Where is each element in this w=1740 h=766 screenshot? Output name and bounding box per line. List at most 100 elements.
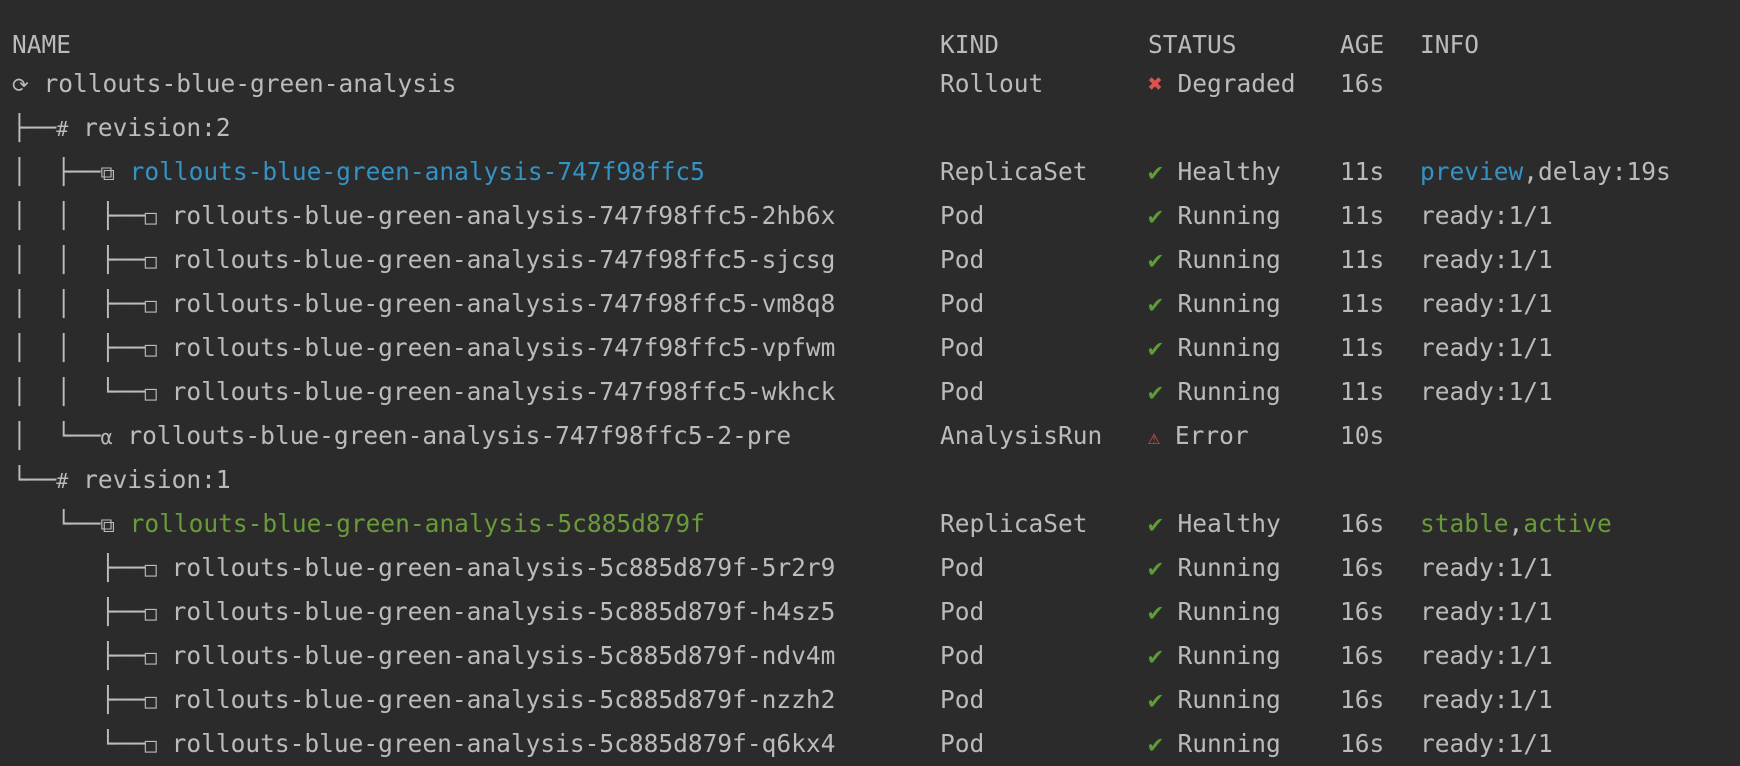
- checkmark-icon: ✔: [1148, 157, 1163, 186]
- info-cell: ready:1/1: [1420, 282, 1553, 326]
- resource-name-cell: │ └──α rollouts-blue-green-analysis-747f…: [12, 414, 791, 459]
- resource-name-cell: │ │ ├──□ rollouts-blue-green-analysis-74…: [12, 194, 835, 239]
- resource-kind: Pod: [940, 729, 985, 758]
- info-text: ready:1/1: [1420, 289, 1553, 318]
- age-text: 16s: [1340, 553, 1385, 582]
- checkmark-icon: ✔: [1148, 245, 1163, 274]
- resource-name-cell: ├──# revision:2: [12, 106, 231, 151]
- status-text: Running: [1177, 553, 1281, 582]
- resource-label: rollouts-blue-green-analysis-747f98ffc5: [129, 157, 705, 186]
- tree-row: │ └──α rollouts-blue-green-analysis-747f…: [0, 414, 1740, 458]
- info-text: stable: [1420, 509, 1509, 538]
- resource-kind: Pod: [940, 201, 985, 230]
- info-text: ready:1/1: [1420, 597, 1553, 626]
- checkmark-icon: ✔: [1148, 333, 1163, 362]
- resource-kind: Rollout: [940, 69, 1044, 98]
- info-cell: ready:1/1: [1420, 722, 1553, 766]
- info-cell: ready:1/1: [1420, 238, 1553, 282]
- resource-kind: ReplicaSet: [940, 509, 1088, 538]
- checkmark-icon: ✔: [1148, 729, 1163, 758]
- status-text: Running: [1177, 333, 1281, 362]
- status-text: Running: [1177, 597, 1281, 626]
- tree-connector: └──: [12, 465, 57, 494]
- age-text: 10s: [1340, 421, 1385, 450]
- pod-icon: □: [144, 293, 157, 317]
- status-cell: ✔ Healthy: [1148, 150, 1281, 194]
- pod-icon: □: [144, 205, 157, 229]
- info-cell: stable,active: [1420, 502, 1612, 546]
- checkmark-icon: ✔: [1148, 509, 1163, 538]
- resource-kind: Pod: [940, 597, 985, 626]
- tree-row: │ │ ├──□ rollouts-blue-green-analysis-74…: [0, 282, 1740, 326]
- resource-label: rollouts-blue-green-analysis-747f98ffc5-…: [171, 245, 836, 274]
- resource-label: rollouts-blue-green-analysis-747f98ffc5-…: [171, 201, 836, 230]
- tree-connector: │ │ └──: [12, 377, 145, 406]
- info-text: ready:1/1: [1420, 245, 1553, 274]
- resource-label: rollouts-blue-green-analysis-5c885d879f-…: [171, 553, 836, 582]
- status-cell: ⚠ Error: [1148, 414, 1249, 459]
- revision-icon: #: [56, 469, 69, 493]
- info-cell: ready:1/1: [1420, 590, 1553, 634]
- replicaset-icon: ⧉: [100, 513, 115, 537]
- pod-icon: □: [144, 381, 157, 405]
- resource-label: revision:1: [83, 465, 231, 494]
- age-text: 16s: [1340, 641, 1385, 670]
- status-text: Degraded: [1177, 69, 1296, 98]
- resource-name-cell: │ │ └──□ rollouts-blue-green-analysis-74…: [12, 370, 835, 415]
- tree-connector: │ │ ├──: [12, 245, 145, 274]
- status-cell: ✔ Running: [1148, 370, 1281, 414]
- info-cell: ready:1/1: [1420, 678, 1553, 722]
- column-header-kind: KIND: [940, 30, 1000, 59]
- pod-icon: □: [144, 557, 157, 581]
- status-cell: ✔ Running: [1148, 678, 1281, 722]
- resource-name-cell: ├──□ rollouts-blue-green-analysis-5c885d…: [12, 678, 836, 723]
- resource-name-cell: │ ├──⧉ rollouts-blue-green-analysis-747f…: [12, 150, 705, 195]
- status-cell: ✔ Running: [1148, 722, 1281, 766]
- terminal-output[interactable]: NAME KIND STATUS AGE INFO ⟳ rollouts-blu…: [0, 0, 1740, 766]
- checkmark-icon: ✔: [1148, 289, 1163, 318]
- tree-connector: │ ├──: [12, 157, 101, 186]
- column-header-status: STATUS: [1148, 30, 1237, 59]
- info-cell: ready:1/1: [1420, 370, 1553, 414]
- info-cell: ready:1/1: [1420, 326, 1553, 370]
- tree-connector: ├──: [12, 597, 145, 626]
- tree-row: ├──□ rollouts-blue-green-analysis-5c885d…: [0, 634, 1740, 678]
- header-row: NAME KIND STATUS AGE INFO: [0, 23, 1740, 67]
- info-cell: ready:1/1: [1420, 546, 1553, 590]
- tree-row: ⟳ rollouts-blue-green-analysis Rollout ✖ D…: [0, 62, 1740, 106]
- age-text: 11s: [1340, 201, 1385, 230]
- tree-row: │ ├──⧉ rollouts-blue-green-analysis-747f…: [0, 150, 1740, 194]
- status-cell: ✔ Healthy: [1148, 502, 1281, 546]
- resource-label: rollouts-blue-green-analysis: [43, 69, 457, 98]
- resource-name-cell: │ │ ├──□ rollouts-blue-green-analysis-74…: [12, 326, 835, 371]
- age-text: 11s: [1340, 289, 1385, 318]
- resource-label: rollouts-blue-green-analysis-5c885d879f-…: [171, 641, 836, 670]
- status-text: Healthy: [1177, 157, 1281, 186]
- pod-icon: □: [144, 601, 157, 625]
- info-text: ready:1/1: [1420, 685, 1553, 714]
- tree-row: ├──□ rollouts-blue-green-analysis-5c885d…: [0, 678, 1740, 722]
- status-cell: ✔ Running: [1148, 282, 1281, 326]
- info-text: ready:1/1: [1420, 553, 1553, 582]
- info-text: delay:19s: [1538, 157, 1671, 186]
- analysisrun-icon: α: [100, 425, 113, 449]
- tree-row: └──# revision:1: [0, 458, 1740, 502]
- pod-icon: □: [144, 337, 157, 361]
- info-text: active: [1523, 509, 1612, 538]
- status-text: Running: [1177, 641, 1281, 670]
- checkmark-icon: ✔: [1148, 641, 1163, 670]
- tree-connector: ├──: [12, 553, 145, 582]
- info-cell: preview,delay:19s: [1420, 150, 1671, 194]
- resource-label: rollouts-blue-green-analysis-747f98ffc5-…: [171, 377, 836, 406]
- pod-icon: □: [144, 249, 157, 273]
- column-header-age: AGE: [1340, 30, 1385, 59]
- info-cell: ready:1/1: [1420, 194, 1553, 238]
- rollout-icon: ⟳: [12, 73, 29, 97]
- resource-name-cell: └──□ rollouts-blue-green-analysis-5c885d…: [12, 722, 836, 766]
- resource-name-cell: └──⧉ rollouts-blue-green-analysis-5c885d…: [12, 502, 705, 547]
- resource-kind: Pod: [940, 641, 985, 670]
- resource-name-cell: └──# revision:1: [12, 458, 231, 503]
- resource-name-cell: ├──□ rollouts-blue-green-analysis-5c885d…: [12, 546, 836, 591]
- warning-icon: ⚠: [1148, 425, 1161, 449]
- resource-kind: ReplicaSet: [940, 157, 1088, 186]
